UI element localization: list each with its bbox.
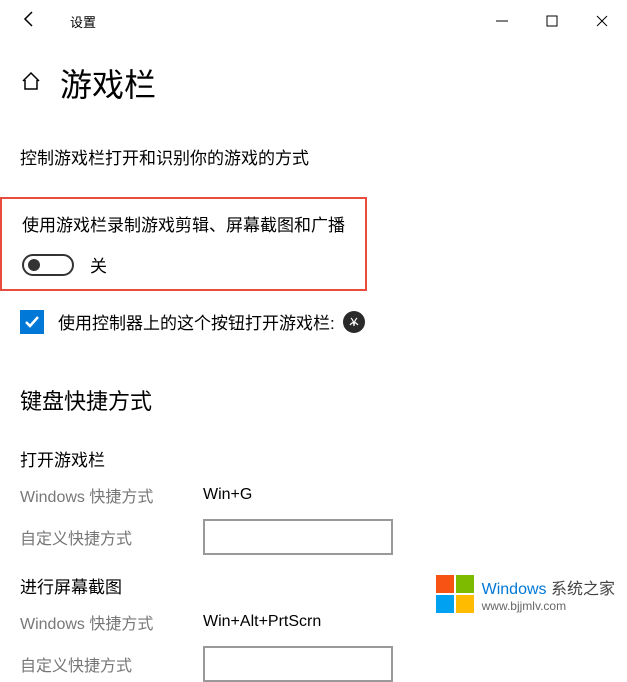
shortcut-predefined-label: Windows 快捷方式	[20, 610, 203, 634]
shortcut-row-1-custom: 自定义快捷方式	[20, 646, 607, 682]
shortcut-predefined-value: Win+G	[203, 486, 252, 504]
watermark-text: Windows 系统之家 www.bjjmlv.com	[482, 575, 615, 613]
minimize-button[interactable]	[477, 0, 527, 42]
shortcut-custom-input-0[interactable]	[203, 519, 393, 555]
logo-sq	[456, 595, 474, 613]
shortcuts-section-title: 键盘快捷方式	[20, 384, 607, 416]
controller-checkbox-text: 使用控制器上的这个按钮打开游戏栏:	[58, 309, 335, 334]
window-controls	[477, 0, 627, 42]
shortcut-custom-label: 自定义快捷方式	[20, 525, 203, 549]
page-header: 游戏栏	[20, 60, 607, 106]
shortcut-predefined-label: Windows 快捷方式	[20, 483, 203, 507]
page-title: 游戏栏	[60, 60, 156, 106]
main-toggle-label: 使用游戏栏录制游戏剪辑、屏幕截图和广播	[22, 211, 357, 236]
logo-sq	[436, 575, 454, 593]
close-button[interactable]	[577, 0, 627, 42]
shortcut-custom-label: 自定义快捷方式	[20, 652, 203, 676]
toggle-handle	[28, 259, 40, 271]
titlebar-left: 设置	[20, 10, 477, 33]
maximize-button[interactable]	[527, 0, 577, 42]
back-icon[interactable]	[20, 10, 38, 33]
watermark: Windows 系统之家 www.bjjmlv.com	[436, 575, 615, 613]
shortcut-row-0-predefined: Windows 快捷方式 Win+G	[20, 483, 607, 507]
controller-checkbox-label: 使用控制器上的这个按钮打开游戏栏:	[58, 309, 365, 334]
shortcut-row-0-custom: 自定义快捷方式	[20, 519, 607, 555]
shortcut-row-1-predefined: Windows 快捷方式 Win+Alt+PrtScrn	[20, 610, 607, 634]
watermark-url: www.bjjmlv.com	[482, 599, 615, 613]
titlebar: 设置	[0, 0, 627, 42]
game-bar-toggle[interactable]	[22, 254, 74, 276]
watermark-brand-name: Windows	[482, 581, 547, 598]
page-description: 控制游戏栏打开和识别你的游戏的方式	[20, 144, 607, 169]
shortcut-custom-input-1[interactable]	[203, 646, 393, 682]
controller-checkbox[interactable]	[20, 310, 44, 334]
watermark-tagline: 系统之家	[551, 581, 615, 598]
logo-sq	[456, 575, 474, 593]
logo-sq	[436, 595, 454, 613]
toggle-row: 关	[22, 252, 357, 277]
highlight-box: 使用游戏栏录制游戏剪辑、屏幕截图和广播 关	[0, 197, 367, 291]
toggle-state: 关	[90, 252, 107, 277]
controller-checkbox-row: 使用控制器上的这个按钮打开游戏栏:	[20, 309, 607, 334]
windows-logo-icon	[436, 575, 474, 613]
shortcut-predefined-value: Win+Alt+PrtScrn	[203, 613, 321, 631]
xbox-icon	[343, 311, 365, 333]
shortcut-group-0-title: 打开游戏栏	[20, 446, 607, 471]
app-title: 设置	[70, 12, 96, 31]
watermark-brand: Windows 系统之家	[482, 575, 615, 599]
home-icon[interactable]	[20, 70, 42, 97]
